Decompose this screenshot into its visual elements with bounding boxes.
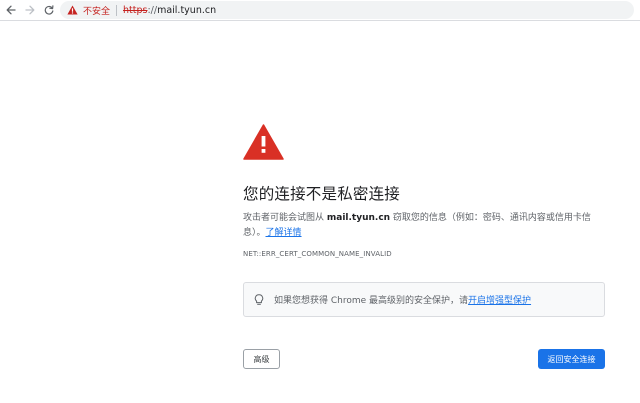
advanced-button[interactable]: 高级 [243,349,280,369]
promo-text: 如果您想获得 Chrome 最高级别的安全保护，请开启增强型保护 [274,293,531,306]
address-bar[interactable]: 不安全 https://mail.tyun.cn [60,1,634,19]
error-code[interactable]: NET::ERR_CERT_COMMON_NAME_INVALID [243,250,392,258]
browser-toolbar: 不安全 https://mail.tyun.cn [0,0,640,21]
url-text[interactable]: https://mail.tyun.cn [123,5,216,16]
url-host: mail.tyun.cn [157,4,217,16]
url-separator: :// [147,4,158,16]
promo-message: 如果您想获得 Chrome 最高级别的安全保护，请 [274,296,469,306]
page-title: 您的连接不是私密连接 [243,185,401,203]
enhanced-protection-link[interactable]: 开启增强型保护 [468,296,531,306]
arrow-left-icon [6,5,16,15]
explanation-before: 攻击者可能会试图从 [243,213,327,223]
warning-triangle-icon [243,124,284,160]
lightbulb-icon [254,293,264,305]
url-scheme: https [123,4,148,16]
learn-more-link[interactable]: 了解详情 [266,228,302,238]
explanation-text: 攻击者可能会试图从 mail.tyun.cn 窃取您的信息（例如：密码、通讯内容… [243,211,608,241]
reload-icon [44,5,54,15]
reload-button[interactable] [40,2,58,18]
back-button[interactable] [2,2,20,18]
warning-triangle-icon[interactable] [67,5,78,15]
forward-button[interactable] [21,2,39,18]
omnibox-divider [116,4,118,16]
explanation-domain: mail.tyun.cn [326,213,391,223]
arrow-right-icon [25,5,35,15]
not-secure-label[interactable]: 不安全 [83,4,110,17]
enhanced-protection-promo: 如果您想获得 Chrome 最高级别的安全保护，请开启增强型保护 [243,282,605,317]
back-to-safety-button[interactable]: 返回安全连接 [538,349,605,369]
